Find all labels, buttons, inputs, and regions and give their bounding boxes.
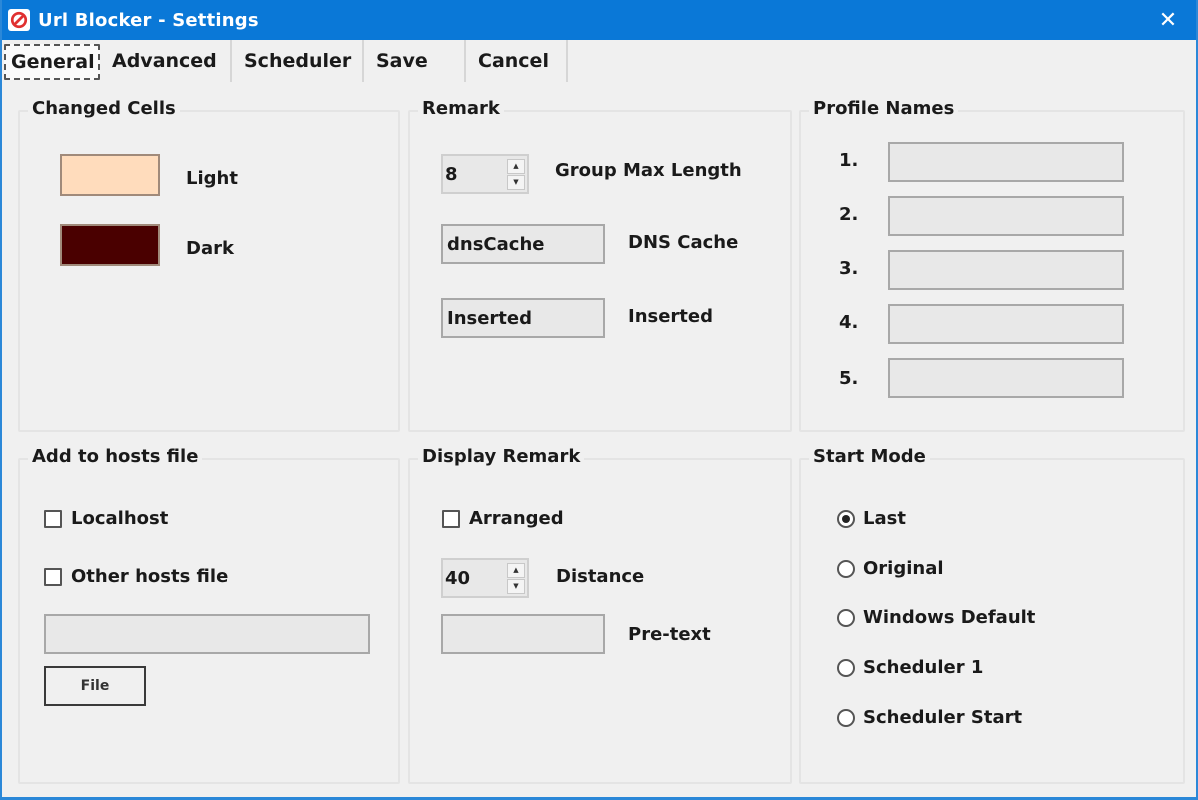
inserted-input[interactable]: Inserted [441,298,605,338]
radio-windows-default[interactable] [837,608,855,627]
file-button[interactable]: File [44,666,146,706]
dns-cache-input[interactable]: dnsCache [441,224,605,264]
start-mode-option-windows-default[interactable]: Windows Default [837,607,1035,628]
option-label: Last [863,508,906,529]
changed-cells-group: Changed Cells Light Dark [18,98,400,432]
radio-scheduler-1[interactable] [837,658,855,677]
light-label: Light [186,168,238,189]
start-mode-option-scheduler-start[interactable]: Scheduler Start [837,707,1022,728]
localhost-checkbox-row[interactable]: Localhost [44,508,168,529]
arranged-checkbox[interactable] [442,509,460,528]
spinner-down-icon[interactable]: ▼ [507,174,525,190]
distance-label: Distance [556,566,645,587]
dns-cache-label: DNS Cache [628,232,739,253]
hosts-file-title: Add to hosts file [28,446,203,467]
tab-bar: General Advanced Scheduler Save Cancel [4,40,568,82]
dark-color-swatch[interactable] [60,224,160,266]
option-label: Scheduler Start [863,707,1023,728]
radio-scheduler-start[interactable] [837,708,855,727]
start-mode-group: Start Mode Last Original Windows Default… [799,446,1185,784]
distance-value[interactable]: 40 [443,560,507,596]
hosts-file-path-input[interactable] [44,614,370,654]
group-max-length-value[interactable]: 8 [443,156,507,192]
light-color-swatch[interactable] [60,154,160,196]
profile-4-input[interactable] [888,304,1124,344]
close-button[interactable]: ✕ [1154,6,1182,34]
profile-1-input[interactable] [888,142,1124,182]
spinner-up-icon[interactable]: ▲ [507,562,525,578]
start-mode-option-last[interactable]: Last [837,508,906,529]
profile-5-input[interactable] [888,358,1124,398]
radio-last[interactable] [837,509,855,528]
display-remark-title: Display Remark [418,446,585,467]
hosts-file-group: Add to hosts file Localhost Other hosts … [18,446,400,784]
other-hosts-label: Other hosts file [71,566,229,587]
spinner-down-icon[interactable]: ▼ [507,578,525,594]
profile-2-input[interactable] [888,196,1124,236]
radio-original[interactable] [837,559,855,578]
tab-general[interactable]: General [4,44,100,80]
localhost-checkbox[interactable] [44,509,62,528]
profile-1-number: 1. [839,150,859,171]
profile-3-number: 3. [839,258,859,279]
pretext-input[interactable] [441,614,605,654]
settings-window: Url Blocker - Settings ✕ General Advance… [0,0,1198,800]
option-label: Scheduler 1 [863,657,984,678]
profile-3-input[interactable] [888,250,1124,290]
option-label: Original [863,558,944,579]
profile-2-number: 2. [839,204,859,225]
arranged-label: Arranged [469,508,564,529]
distance-spinner[interactable]: 40 ▲ ▼ [441,558,529,598]
tab-advanced[interactable]: Advanced [100,40,232,82]
tab-cancel[interactable]: Cancel [466,40,568,82]
profile-4-number: 4. [839,312,859,333]
arranged-checkbox-row[interactable]: Arranged [442,508,564,529]
title-bar: Url Blocker - Settings ✕ [2,0,1196,40]
tab-scheduler[interactable]: Scheduler [232,40,364,82]
profile-names-group: Profile Names 1. 2. 3. 4. 5. [799,98,1185,432]
start-mode-title: Start Mode [809,446,930,467]
pretext-label: Pre-text [628,624,711,645]
radio-selected-dot [842,514,850,523]
close-icon: ✕ [1158,7,1178,33]
window-title: Url Blocker - Settings [38,9,259,31]
remark-title: Remark [418,98,504,119]
remark-group: Remark 8 ▲ ▼ Group Max Length dnsCache D… [408,98,792,432]
inserted-label: Inserted [628,306,714,327]
group-max-length-spinner[interactable]: 8 ▲ ▼ [441,154,529,194]
spinner-up-icon[interactable]: ▲ [507,158,525,174]
changed-cells-title: Changed Cells [28,98,180,119]
start-mode-option-original[interactable]: Original [837,558,944,579]
localhost-label: Localhost [71,508,169,529]
dark-label: Dark [186,238,234,259]
other-hosts-checkbox-row[interactable]: Other hosts file [44,566,228,587]
no-entry-icon [8,9,30,31]
option-label: Windows Default [863,607,1036,628]
start-mode-option-scheduler-1[interactable]: Scheduler 1 [837,657,983,678]
profile-5-number: 5. [839,368,859,389]
tab-save[interactable]: Save [364,40,466,82]
other-hosts-checkbox[interactable] [44,567,62,586]
display-remark-group: Display Remark Arranged 40 ▲ ▼ Distance … [408,446,792,784]
group-max-length-label: Group Max Length [555,160,742,181]
profile-names-title: Profile Names [809,98,959,119]
